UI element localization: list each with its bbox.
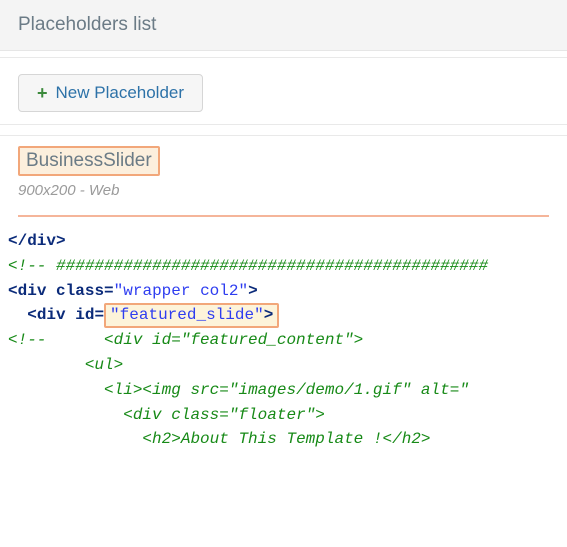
- code-comment: <!-- <div id="featured_content">: [8, 331, 363, 349]
- code-id-highlight: "featured_slide">: [104, 303, 279, 328]
- placeholder-item: BusinessSlider 900x200 - Web: [0, 135, 567, 229]
- item-title-highlight: BusinessSlider: [18, 146, 160, 176]
- code-tag: <div class=: [8, 282, 114, 300]
- panel-title: Placeholders list: [18, 14, 156, 35]
- code-comment: <div class="floater">: [8, 406, 325, 424]
- code-comment: <ul>: [8, 356, 123, 374]
- code-tag: <div id=: [27, 306, 104, 324]
- new-placeholder-button[interactable]: + New Placeholder: [18, 74, 203, 112]
- code-tag: </div>: [8, 232, 66, 250]
- code-snippet: </div> <!-- ############################…: [0, 229, 567, 466]
- item-meta: 900x200 - Web: [18, 182, 549, 199]
- code-attr-value: "wrapper col2": [114, 282, 248, 300]
- plus-icon: +: [37, 84, 48, 102]
- code-comment: <h2>About This Template !</h2>: [8, 430, 431, 448]
- item-title[interactable]: BusinessSlider: [26, 150, 152, 171]
- code-comment: <!-- ###################################…: [8, 257, 488, 275]
- item-separator: [18, 215, 549, 217]
- code-comment: <li><img src="images/demo/1.gif" alt=": [8, 381, 469, 399]
- new-placeholder-label: New Placeholder: [56, 83, 185, 103]
- toolbar: + New Placeholder: [0, 57, 567, 125]
- panel-header: Placeholders list: [0, 0, 567, 51]
